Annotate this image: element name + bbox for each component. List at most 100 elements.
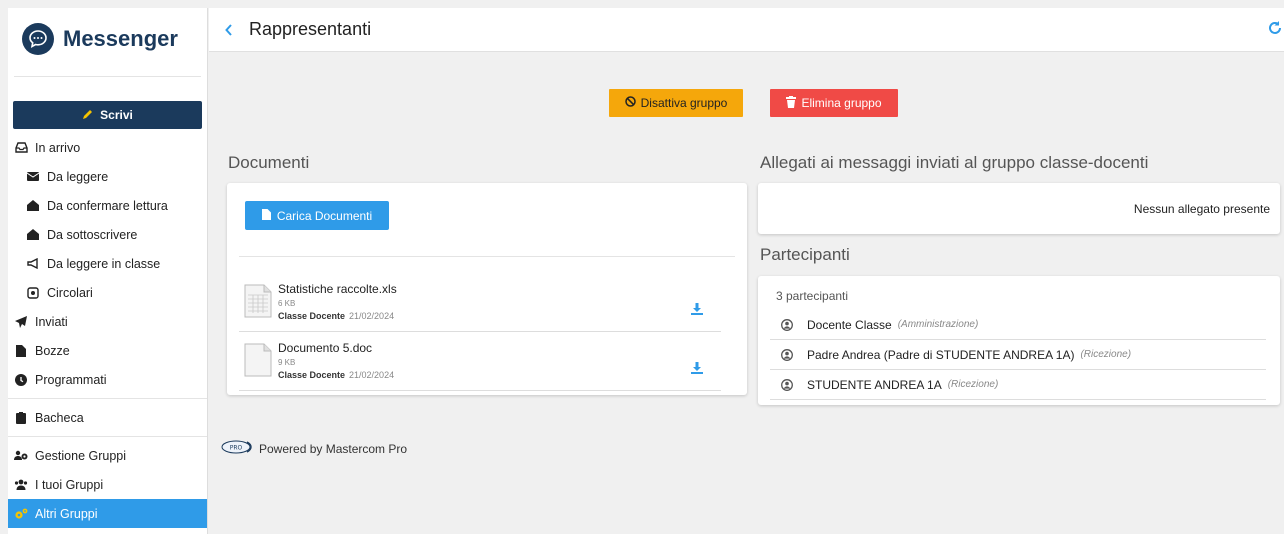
upload-documents-button[interactable]: Carica Documenti xyxy=(245,201,389,230)
sidebar-item-your-groups[interactable]: I tuoi Gruppi xyxy=(8,470,207,499)
sidebar-item-label: Da leggere in classe xyxy=(47,256,161,271)
download-icon[interactable] xyxy=(691,302,703,320)
sidebar-item-sent[interactable]: Inviati xyxy=(8,307,207,336)
sidebar-item-scheduled[interactable]: Programmati xyxy=(8,365,207,394)
refresh-button[interactable] xyxy=(1268,21,1282,40)
back-button[interactable] xyxy=(209,23,249,36)
deactivate-group-button[interactable]: Disattiva gruppo xyxy=(609,89,743,117)
sidebar-item-label: I tuoi Gruppi xyxy=(35,477,104,492)
document-row[interactable]: Statistiche raccolte.xls 6 KB Classe Doc… xyxy=(239,274,721,332)
participants-card: 3 partecipanti Docente Classe (Amministr… xyxy=(758,276,1280,405)
divider xyxy=(14,76,201,77)
trash-icon xyxy=(786,95,797,111)
ban-icon xyxy=(624,96,636,110)
sidebar-item-label: Da sottoscrivere xyxy=(47,227,138,242)
envelope-open-icon xyxy=(26,229,40,240)
clipboard-icon xyxy=(14,411,28,424)
delete-group-label: Elimina gruppo xyxy=(801,96,882,110)
sidebar-item-read-in-class[interactable]: Da leggere in classe xyxy=(8,249,207,278)
document-date: 21/02/2024 xyxy=(349,311,395,321)
download-icon[interactable] xyxy=(691,361,703,379)
document-name[interactable]: Statistiche raccolte.xls xyxy=(278,282,397,296)
write-button[interactable]: Scrivi xyxy=(13,101,202,129)
no-attachments-text: Nessun allegato presente xyxy=(1133,202,1270,216)
user-circle-icon xyxy=(781,348,793,361)
sidebar-item-label: Da leggere xyxy=(47,169,109,184)
divider xyxy=(239,256,735,257)
participant-role: (Ricezione) xyxy=(947,379,999,390)
envelope-open-icon xyxy=(26,200,40,211)
mastercom-logo: PRO xyxy=(221,440,255,457)
sidebar-item-confirm-read[interactable]: Da confermare lettura xyxy=(8,191,207,220)
attachments-card: Nessun allegato presente xyxy=(758,183,1280,234)
participant-role: (Ricezione) xyxy=(1080,349,1132,360)
sidebar-item-label: Circolari xyxy=(47,285,93,300)
participant-name: Padre Andrea (Padre di STUDENTE ANDREA 1… xyxy=(807,347,1075,362)
document-meta: Classe Docente 21/02/2024 xyxy=(278,311,394,321)
page-title: Rappresentanti xyxy=(249,19,372,39)
cogs-icon xyxy=(14,508,28,520)
document-owner: Classe Docente xyxy=(278,370,346,380)
sidebar-item-circulars[interactable]: Circolari xyxy=(8,278,207,307)
user-circle-icon xyxy=(781,318,793,331)
upload-documents-label: Carica Documenti xyxy=(276,208,373,223)
sidebar-item-to-sign[interactable]: Da sottoscrivere xyxy=(8,220,207,249)
file-icon xyxy=(261,208,271,223)
deactivate-group-label: Disattiva gruppo xyxy=(640,96,728,110)
write-button-label: Scrivi xyxy=(100,108,133,122)
refresh-icon xyxy=(1269,21,1281,34)
sidebar: Messenger Scrivi In arrivo Da leggere Da… xyxy=(8,8,208,534)
participant-row[interactable]: Docente Classe (Amministrazione) xyxy=(770,310,1266,340)
powered-by: PRO Powered by Mastercom Pro xyxy=(221,440,407,457)
sidebar-nav: In arrivo Da leggere Da confermare lettu… xyxy=(8,133,207,528)
brand[interactable]: Messenger xyxy=(8,8,207,70)
participants-title: Partecipanti xyxy=(760,245,850,264)
sidebar-item-label: Altri Gruppi xyxy=(35,506,98,521)
envelope-icon xyxy=(26,172,40,181)
megaphone-icon xyxy=(26,258,40,269)
inbox-icon xyxy=(14,142,28,153)
sidebar-item-label: In arrivo xyxy=(35,140,81,155)
sidebar-item-to-read[interactable]: Da leggere xyxy=(8,162,207,191)
participants-count: 3 partecipanti xyxy=(776,289,849,303)
delete-group-button[interactable]: Elimina gruppo xyxy=(770,89,898,117)
attachments-title: Allegati ai messaggi inviati al gruppo c… xyxy=(760,153,1149,172)
document-size: 6 KB xyxy=(278,299,296,308)
sidebar-item-other-groups[interactable]: Altri Gruppi xyxy=(8,499,207,528)
document-name[interactable]: Documento 5.doc xyxy=(278,341,372,355)
participant-name: STUDENTE ANDREA 1A xyxy=(807,377,942,392)
spreadsheet-file-icon xyxy=(244,284,272,318)
sidebar-item-manage-groups[interactable]: Gestione Gruppi xyxy=(8,441,207,470)
sidebar-item-label: Inviati xyxy=(35,314,68,329)
powered-by-text: Powered by Mastercom Pro xyxy=(259,441,408,456)
participant-role: (Amministrazione) xyxy=(897,319,979,330)
sidebar-item-label: Programmati xyxy=(35,372,107,387)
users-cog-icon xyxy=(14,450,28,461)
user-circle-icon xyxy=(781,378,793,391)
users-icon xyxy=(14,479,28,490)
sidebar-item-drafts[interactable]: Bozze xyxy=(8,336,207,365)
sidebar-item-board[interactable]: Bacheca xyxy=(8,403,207,432)
paper-plane-icon xyxy=(14,315,28,328)
pencil-icon xyxy=(82,108,94,123)
divider xyxy=(8,398,207,399)
participant-row[interactable]: Padre Andrea (Padre di STUDENTE ANDREA 1… xyxy=(770,340,1266,370)
sidebar-item-label: Bacheca xyxy=(35,410,84,425)
documents-title: Documenti xyxy=(228,153,310,172)
file-icon xyxy=(14,344,28,357)
document-meta: Classe Docente 21/02/2024 xyxy=(278,370,394,380)
document-date: 21/02/2024 xyxy=(349,370,395,380)
document-row[interactable]: Documento 5.doc 9 KB Classe Docente 21/02… xyxy=(239,333,721,391)
clock-icon xyxy=(14,373,28,386)
sidebar-item-inbox[interactable]: In arrivo xyxy=(8,133,207,162)
documents-card: Carica Documenti Statistiche raccolte.xl… xyxy=(227,183,747,395)
messenger-logo-icon xyxy=(22,23,54,55)
circular-icon xyxy=(26,286,40,299)
document-owner: Classe Docente xyxy=(278,311,346,321)
sidebar-item-label: Bozze xyxy=(35,343,70,358)
participant-row[interactable]: STUDENTE ANDREA 1A (Ricezione) xyxy=(770,370,1266,400)
sidebar-item-label: Da confermare lettura xyxy=(47,198,168,213)
header: Rappresentanti xyxy=(209,8,1284,52)
app-title: Messenger xyxy=(63,26,178,51)
mastercom-logo-text: PRO xyxy=(230,445,243,452)
